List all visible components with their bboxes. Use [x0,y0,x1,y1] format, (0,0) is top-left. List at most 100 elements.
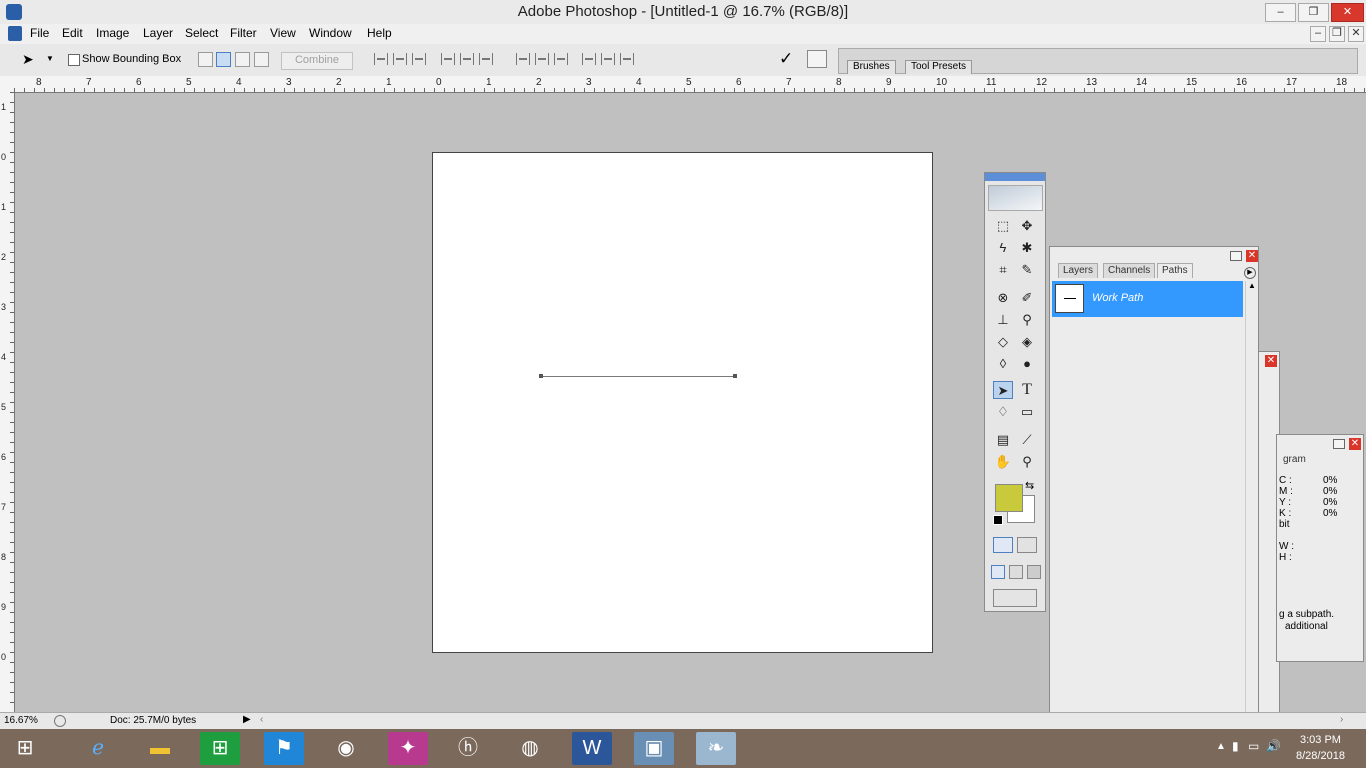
menu-edit[interactable]: Edit [62,26,83,40]
info-close-icon[interactable]: ✕ [1349,438,1361,450]
subtract-shape-area-button[interactable] [216,52,231,67]
exclude-shape-area-button[interactable] [254,52,269,67]
ruler-origin[interactable] [0,76,15,93]
scroll-up-icon[interactable]: ▲ [1248,281,1256,290]
standard-mode-button[interactable] [993,537,1013,553]
foreground-color-swatch[interactable] [995,484,1023,512]
tab-layers[interactable]: Layers [1058,263,1099,278]
document-canvas[interactable] [432,152,933,653]
path-selection-tool-icon[interactable]: ➤ [993,381,1013,399]
distribute-top-icon[interactable] [516,53,530,65]
paths-close-icon[interactable]: ✕ [1246,250,1258,262]
clone-stamp-tool-icon[interactable]: ⊥ [993,311,1013,329]
menu-image[interactable]: Image [96,26,129,40]
distribute-vcenter-icon[interactable] [535,53,549,65]
paint-bucket-tool-icon[interactable]: ◈ [1017,333,1037,351]
window-minimize-button[interactable]: – [1265,3,1296,22]
window-restore-button[interactable]: ❐ [1298,3,1329,22]
clock-date[interactable]: 8/28/2018 [1296,750,1345,762]
chrome-icon[interactable]: ◍ [510,732,550,765]
tab-paths[interactable]: Paths [1157,263,1193,278]
blur-tool-icon[interactable]: ◊ [993,355,1013,373]
file-browser-icon[interactable] [807,50,827,68]
measure-tool-icon[interactable]: ⟋ [1017,431,1037,449]
menu-filter[interactable]: Filter [230,26,257,40]
brush-tool-icon[interactable]: ✐ [1017,289,1037,307]
volume-icon[interactable]: 🔊 [1266,739,1281,753]
lasso-tool-icon[interactable]: ϟ [993,239,1013,257]
start-windows-icon[interactable]: ⊞ [5,732,45,765]
vertical-ruler[interactable]: 1 0 1 2 3 4 5 6 7 8 9 0 [0,92,15,712]
anchor-point-left[interactable] [539,374,543,378]
word-icon[interactable]: W [572,732,612,765]
jump-to-imageready-button[interactable] [993,589,1037,607]
healing-brush-tool-icon[interactable]: ⊗ [993,289,1013,307]
screen-mode-standard-button[interactable] [991,565,1005,579]
panel-menu-icon[interactable]: ▶ [1244,267,1256,279]
slice-tool-icon[interactable]: ✎ [1017,261,1037,279]
align-left-icon[interactable] [441,53,455,65]
window-close-button[interactable]: ✕ [1331,3,1364,22]
add-to-shape-area-button[interactable] [198,52,213,67]
show-bounding-box-checkbox[interactable] [68,54,80,66]
align-top-icon[interactable] [374,53,388,65]
anchor-point-right[interactable] [733,374,737,378]
default-colors-icon[interactable] [993,515,1003,525]
work-path-line[interactable] [541,376,735,377]
hand-tool-icon[interactable]: ✋ [993,453,1013,471]
distribute-right-icon[interactable] [620,53,634,65]
info-tab-histogram[interactable]: gram [1279,453,1310,467]
align-hcenter-icon[interactable] [460,53,474,65]
tray-up-arrow-icon[interactable]: ▲ [1216,741,1226,752]
distribute-bottom-icon[interactable] [554,53,568,65]
screen-mode-full-button[interactable] [1027,565,1041,579]
clock-time[interactable]: 3:03 PM [1300,734,1341,746]
rectangle-tool-icon[interactable]: ▭ [1017,403,1037,421]
eraser-tool-icon[interactable]: ◇ [993,333,1013,351]
history-brush-tool-icon[interactable]: ⚲ [1017,311,1037,329]
distribute-left-icon[interactable] [582,53,596,65]
swap-colors-icon[interactable]: ⇆ [1025,479,1034,492]
network-icon[interactable]: ▮ [1232,739,1239,753]
tab-channels[interactable]: Channels [1103,263,1156,278]
intersect-shape-area-button[interactable] [235,52,250,67]
hscroll-left-icon[interactable]: ‹ [260,714,263,725]
align-right-icon[interactable] [479,53,493,65]
menu-window[interactable]: Window [309,26,352,40]
pen-tool-icon[interactable]: ♢ [993,403,1013,421]
doc-minimize-button[interactable]: – [1310,26,1326,42]
camera-app-icon[interactable]: ◉ [326,732,366,765]
doc-close-button[interactable]: ✕ [1348,26,1364,42]
dodge-tool-icon[interactable]: ● [1017,355,1037,373]
app-rocket-icon[interactable]: ⚑ [264,732,304,765]
commit-checkmark-icon[interactable]: ✓ [779,49,793,69]
palette-well-tab-tool-presets[interactable]: Tool Presets [905,60,973,74]
status-menu-arrow-icon[interactable]: ▶ [243,714,251,725]
zoom-level[interactable]: 16.67% [4,715,38,726]
paths-scrollbar[interactable]: ▲ ▼ [1245,281,1258,733]
screen-mode-menus-button[interactable] [1009,565,1023,579]
menu-select[interactable]: Select [185,26,218,40]
tool-preset-picker[interactable]: ➤ ▼ [18,50,58,70]
notes-tool-icon[interactable]: ▤ [993,431,1013,449]
menu-view[interactable]: View [270,26,296,40]
type-tool-icon[interactable]: T [1017,381,1037,399]
menu-file[interactable]: File [30,26,49,40]
align-vcenter-icon[interactable] [393,53,407,65]
info-minimize-icon[interactable] [1333,439,1345,449]
zoom-tool-icon[interactable]: ⚲ [1017,453,1037,471]
feather-logo-icon[interactable] [988,185,1043,211]
file-explorer-icon[interactable]: ▬ [140,732,180,765]
combine-button[interactable]: Combine [281,52,353,70]
media-app-icon[interactable]: ✦ [388,732,428,765]
crop-tool-icon[interactable]: ⌗ [993,261,1013,279]
distribute-hcenter-icon[interactable] [601,53,615,65]
hscroll-right-icon[interactable]: › [1340,714,1343,725]
battery-icon[interactable]: ▭ [1248,739,1259,753]
work-path-row[interactable]: Work Path [1052,281,1243,317]
internet-explorer-icon[interactable]: ℯ [78,732,118,765]
menu-layer[interactable]: Layer [143,26,173,40]
photos-icon[interactable]: ▣ [634,732,674,765]
move-tool-icon[interactable]: ✥ [1017,217,1037,235]
menu-help[interactable]: Help [367,26,392,40]
